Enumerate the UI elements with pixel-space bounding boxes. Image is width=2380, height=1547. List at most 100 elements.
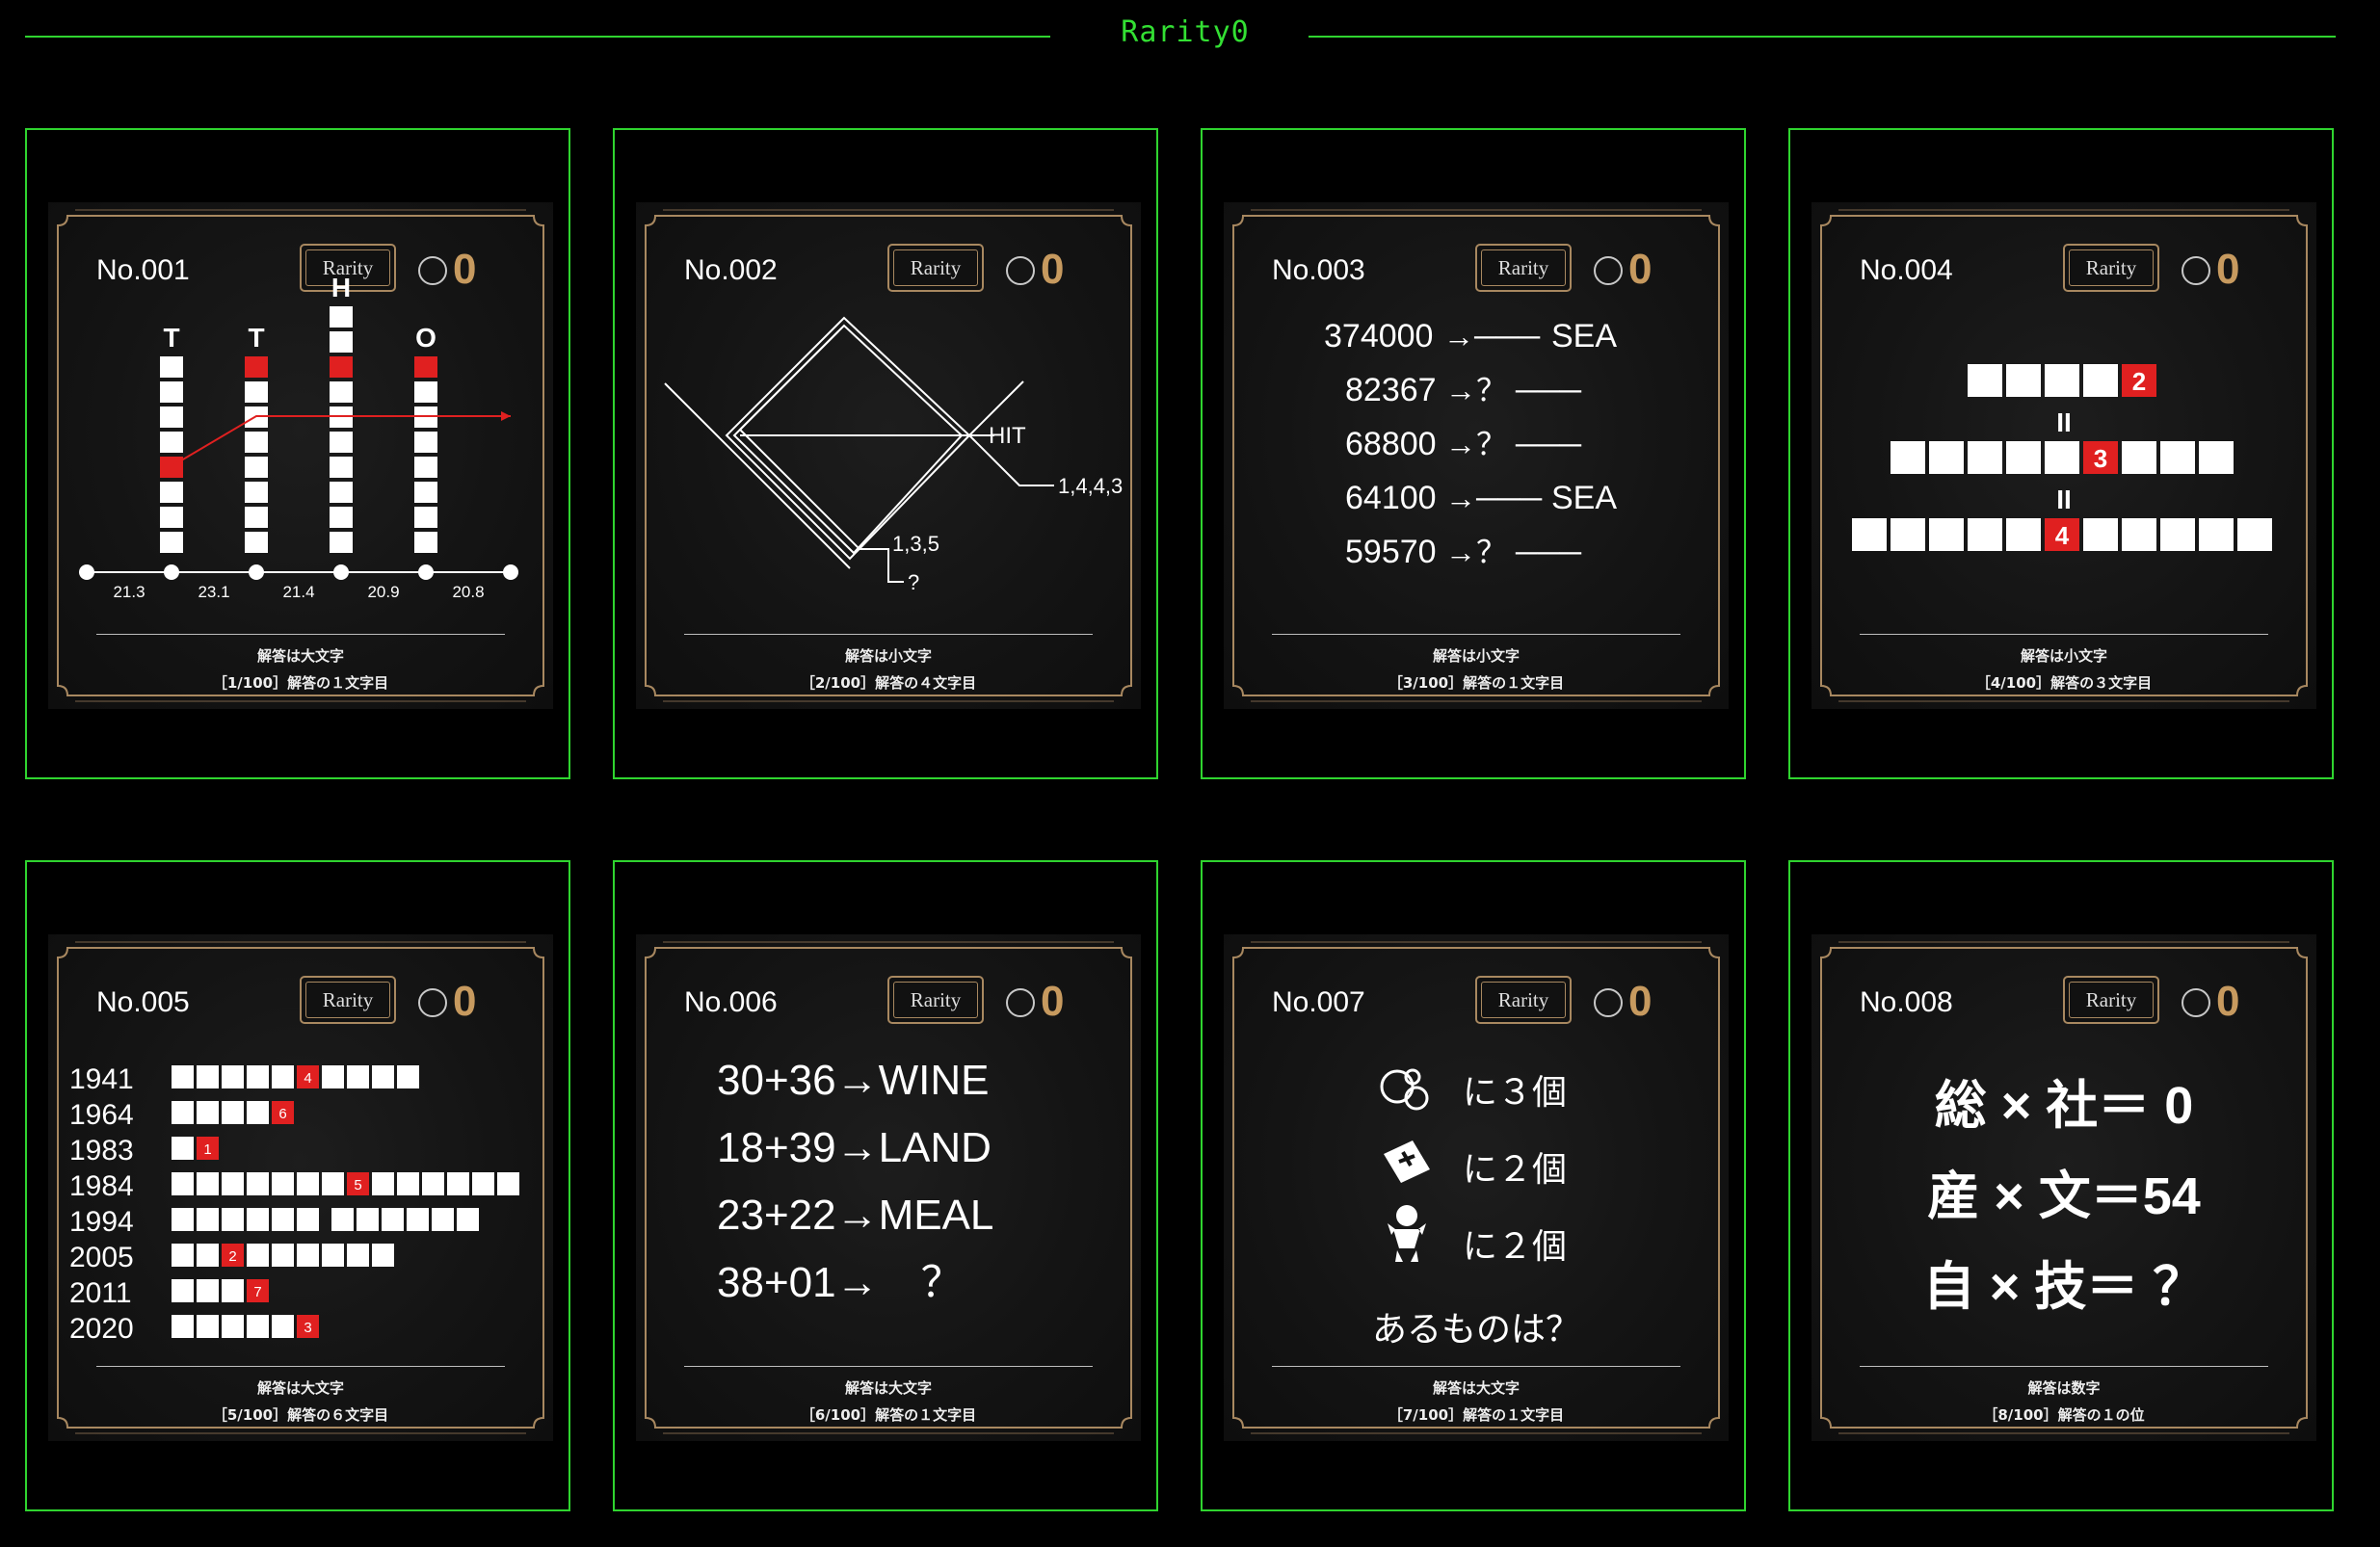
cell [272,1065,294,1088]
cell [160,507,183,528]
cell [222,1101,244,1124]
cell [160,356,183,378]
cell-number: 6 [278,1106,286,1122]
cell [330,381,353,403]
cell [407,1208,429,1231]
equation-line: 18+39→LAND [717,1124,992,1171]
cell [330,331,353,353]
cell [330,306,353,328]
puzzle-card[interactable]: No.004 Rarity 0 解答は小文字 ［4/100］解答の３文字目 I 0 2 II 6 0… [1811,202,2316,709]
digit: 6 [1901,521,1915,550]
cell [322,1244,344,1267]
digit: 0 [1978,521,1992,550]
count-line: に２個 [1463,1226,1567,1266]
puzzle-slot[interactable]: No.003 Rarity 0 解答は小文字 ［3/100］解答の１文字目 374000 →… [1201,128,1746,779]
puzzle-slot[interactable]: No.007 Rarity 0 解答は大文字 ［7/100］解答の１文字目 に３個 に２個に… [1201,860,1746,1511]
kanji-equation: 自 × 技＝ ？ [1923,1258,2206,1316]
cell [247,1315,269,1338]
label-hit: HIT [989,423,1026,449]
cell [160,457,183,478]
cell [197,1172,219,1195]
answer-sea: SEA [1551,318,1617,354]
puzzle-card[interactable]: No.006 Rarity 0 解答は大文字 ［6/100］解答の１文字目 30+36→W… [636,934,1141,1441]
digit: I [1981,367,1988,396]
cell [172,1208,194,1231]
puzzle-card[interactable]: No.001 Rarity 0 解答は大文字 ［1/100］解答の１文字目 21.3 23.… [48,202,553,709]
cell [330,507,353,528]
digit: 4 [2055,521,2070,550]
cell [330,457,353,478]
cell [272,1172,294,1195]
cell [457,1208,479,1231]
puzzle-slot[interactable]: No.004 Rarity 0 解答は小文字 ［4/100］解答の３文字目 I 0 2 II 6 0… [1788,128,2334,779]
cell [197,1315,219,1338]
cell [330,482,353,503]
cell [414,381,437,403]
cell-number: 7 [253,1284,261,1300]
count-line: に３個 [1463,1072,1567,1112]
cell [245,356,268,378]
cell [245,457,268,478]
cell [414,482,437,503]
puzzle-slot[interactable]: No.002 Rarity 0 解答は小文字 ［2/100］解答の４文字目 HIT 1,4,… [613,128,1158,779]
puzzle-card[interactable]: No.003 Rarity 0 解答は小文字 ［3/100］解答の１文字目 374000 →… [1224,202,1729,709]
cell [222,1172,244,1195]
cell [330,356,353,378]
digit: I [2135,444,2142,473]
cell [414,532,437,553]
timeline-dot [333,564,349,580]
cell [372,1172,394,1195]
digit-cell [2006,518,2041,551]
digit: 0 [1940,521,1953,550]
digit-cell [2045,441,2079,474]
baby-icon [1388,1205,1426,1262]
year-label: 1964 [69,1099,134,1131]
cell [160,482,183,503]
puzzle-content: I 0 2II6 0 I 3 III3 6 0 0 4 0 [1852,364,2272,551]
cell [347,1065,369,1088]
cell [197,1065,219,1088]
puzzle-slot[interactable]: No.006 Rarity 0 解答は大文字 ［6/100］解答の１文字目 30+36→W… [613,860,1158,1511]
digit-cell [2083,364,2118,397]
header-line-right [1309,36,2336,38]
puzzle-card[interactable]: No.002 Rarity 0 解答は小文字 ［2/100］解答の４文字目 HIT 1,4,… [636,202,1141,709]
equation-line: 23+22→MEAL [717,1192,993,1239]
year-label: 2020 [69,1313,134,1345]
count-line: に２個 [1463,1149,1567,1189]
cell-number: 2 [228,1248,236,1265]
puzzle-card[interactable]: No.007 Rarity 0 解答は大文字 ［7/100］解答の１文字目 に３個 に２個に… [1224,934,1729,1441]
arrow-text: →？ ─── [1445,535,1581,569]
timeline-dot [164,564,179,580]
number-row: 64100 [1345,480,1437,516]
puzzle-slot[interactable]: No.005 Rarity 0 解答は大文字 ［5/100］解答の６文字目 1941 4 19… [25,860,570,1511]
puzzle-card[interactable]: No.008 Rarity 0 解答は数字 ［8/100］解答の１の位総 × 社＝ 0産… [1811,934,2316,1441]
equation-line: 38+01→ ？ [717,1259,964,1306]
year-label: 2011 [69,1277,132,1309]
puzzle-slot[interactable]: No.001 Rarity 0 解答は大文字 ［1/100］解答の１文字目 21.3 23.… [25,128,570,779]
digit: I [2020,444,2026,473]
kanji-equation: 総 × 社＝ 0 [1935,1077,2194,1135]
cell [247,1244,269,1267]
temp-value: 20.8 [452,583,484,601]
digit: 0 [1940,444,1953,473]
equals-mark: II [2056,407,2072,437]
cell [222,1065,244,1088]
year-label: 1994 [69,1206,134,1238]
cell [397,1172,419,1195]
answer-sea: SEA [1551,480,1617,516]
puzzle-card[interactable]: No.005 Rarity 0 解答は大文字 ［5/100］解答の６文字目 1941 4 19… [48,934,553,1441]
cell-number: 1 [203,1141,211,1158]
cell [272,1244,294,1267]
puzzle-slot[interactable]: No.008 Rarity 0 解答は数字 ［8/100］解答の１の位総 × 社＝ 0産… [1788,860,2334,1511]
year-label: 1941 [69,1063,134,1095]
digit-cell [2160,518,2195,551]
cell [447,1172,469,1195]
arrow-text: →？ ─── [1445,427,1581,461]
temp-value: 20.9 [367,583,399,601]
cell [422,1172,444,1195]
cell [497,1172,519,1195]
label-1443: 1,4,4,3 [1058,474,1123,498]
cell [414,507,437,528]
cell [272,1208,294,1231]
bible-icon [1384,1141,1430,1183]
